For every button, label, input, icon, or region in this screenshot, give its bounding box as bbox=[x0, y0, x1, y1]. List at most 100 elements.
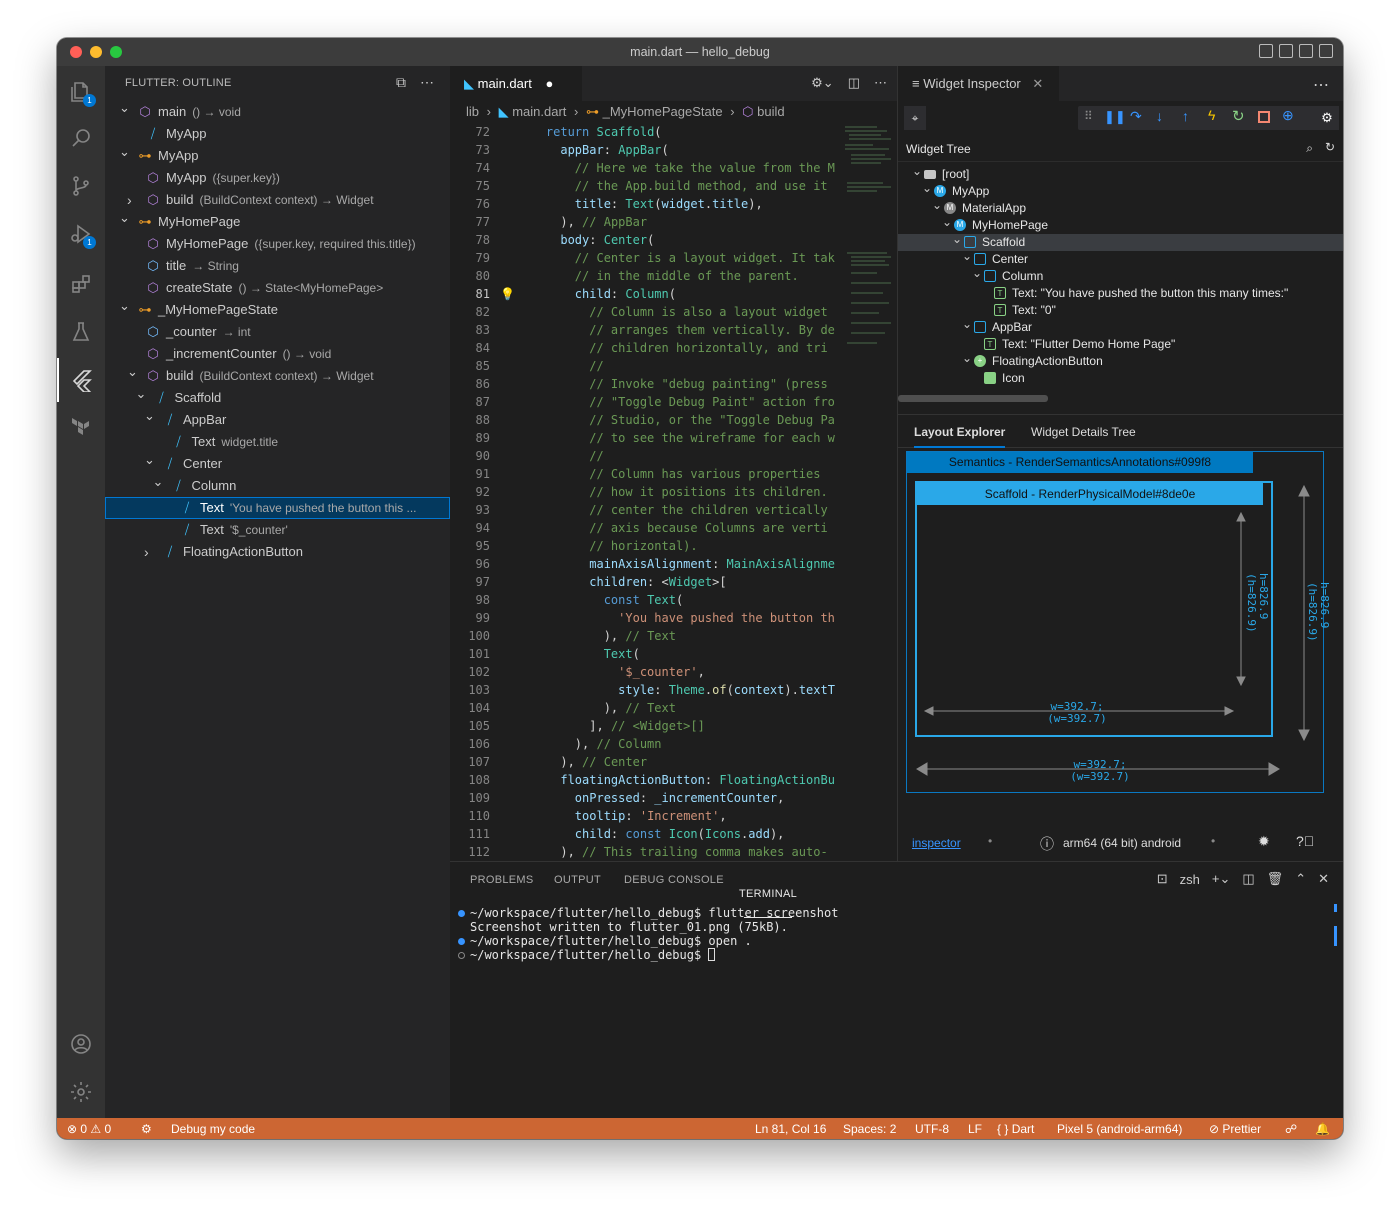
tab-widget-inspector[interactable]: ≡ Widget Inspector ✕ bbox=[898, 66, 1060, 101]
split-divider[interactable] bbox=[898, 414, 1343, 415]
code-line[interactable]: 103 style: Theme.of(context).textT bbox=[450, 681, 897, 699]
outline-item[interactable]: › ⧸ FloatingActionButton bbox=[105, 541, 450, 563]
tab-layout-explorer[interactable]: Layout Explorer bbox=[914, 425, 1006, 448]
code-line[interactable]: 98 const Text( bbox=[450, 591, 897, 609]
chevron-down-icon[interactable]: ⌄ bbox=[962, 350, 972, 367]
chevron-down-icon[interactable]: ⌄ bbox=[922, 180, 932, 197]
explorer-icon[interactable]: 1 bbox=[57, 70, 105, 114]
code-line[interactable]: 89 // to see the wireframe for each w bbox=[450, 429, 897, 447]
end-of-line[interactable]: LF bbox=[968, 1122, 982, 1136]
close-tab-icon[interactable]: ✕ bbox=[1032, 76, 1043, 91]
code-line[interactable]: 78 body: Center( bbox=[450, 231, 897, 249]
outline-item[interactable]: ⬡ MyHomePage ({super.key, required this.ti… bbox=[105, 233, 450, 255]
tab-widget-details-tree[interactable]: Widget Details Tree bbox=[1031, 425, 1136, 439]
toggle-secondary-sidebar-icon[interactable] bbox=[1299, 44, 1313, 58]
lightbulb-icon[interactable]: 💡 bbox=[500, 285, 515, 303]
widget-tree-item[interactable]: T Text: "You have pushed the button this … bbox=[898, 285, 1343, 302]
breadcrumb-file[interactable]: main.dart bbox=[512, 104, 566, 119]
tab-output[interactable]: OUTPUT bbox=[554, 874, 601, 886]
widget-tree-item[interactable]: ⌄ [root] bbox=[898, 163, 1343, 183]
search-icon[interactable] bbox=[57, 116, 105, 160]
remote-icon[interactable]: ⚙ bbox=[141, 1122, 152, 1136]
debug-config[interactable]: Debug my code bbox=[171, 1122, 255, 1136]
outline-item[interactable]: ⌄ ⧸ Scaffold bbox=[105, 387, 450, 409]
code-line[interactable]: 81 child: Column(💡 bbox=[450, 285, 897, 303]
chevron-right-icon[interactable]: › bbox=[144, 541, 156, 563]
code-line[interactable]: 106 ), // Column bbox=[450, 735, 897, 753]
code-line[interactable]: 105 ], // <Widget>[] bbox=[450, 717, 897, 735]
code-line[interactable]: 86 // Invoke "debug painting" (press bbox=[450, 375, 897, 393]
flutter-icon[interactable] bbox=[57, 358, 105, 402]
prettier-status[interactable]: ⊘ Prettier bbox=[1209, 1122, 1261, 1136]
notifications-icon[interactable]: 🔔 bbox=[1315, 1122, 1330, 1136]
settings-gear-icon[interactable] bbox=[57, 1070, 105, 1114]
unsaved-dot-icon[interactable]: ● bbox=[545, 76, 553, 91]
language-mode[interactable]: { } Dart bbox=[997, 1122, 1034, 1136]
breadcrumb-lib[interactable]: lib bbox=[466, 104, 479, 119]
code-line[interactable]: 96 mainAxisAlignment: MainAxisAlignme bbox=[450, 555, 897, 573]
widget-tree-item[interactable]: ⌄ Center bbox=[898, 248, 1343, 268]
chevron-down-icon[interactable]: ⌄ bbox=[952, 231, 962, 248]
code-editor[interactable]: 72 return Scaffold(73 appBar: AppBar(74 … bbox=[450, 123, 897, 861]
new-terminal-icon[interactable]: +⌄ bbox=[1212, 871, 1230, 887]
code-line[interactable]: 112 ), // This trailing comma makes auto… bbox=[450, 843, 897, 861]
source-control-icon[interactable] bbox=[57, 164, 105, 208]
terraform-icon[interactable] bbox=[57, 406, 105, 450]
extensions-icon[interactable] bbox=[57, 262, 105, 306]
kill-terminal-icon[interactable]: 🗑 bbox=[1267, 871, 1284, 887]
outline-item[interactable]: ⧸ Text '$_counter' bbox=[105, 519, 450, 541]
outline-item[interactable]: ⬡ createState() → State<MyHomePage> bbox=[105, 277, 450, 299]
open-devtools-icon[interactable]: ⊕ bbox=[1282, 107, 1294, 124]
chevron-down-icon[interactable]: ⌄ bbox=[962, 248, 972, 265]
widget-tree-item[interactable]: ⌄ + FloatingActionButton bbox=[898, 350, 1343, 370]
code-line[interactable]: 72 return Scaffold( bbox=[450, 123, 897, 141]
editor-more-icon[interactable]: ⋯ bbox=[874, 75, 887, 91]
code-line[interactable]: 88 // Studio, or the "Toggle Debug Pa bbox=[450, 411, 897, 429]
code-line[interactable]: 75 // the App.build method, and use it bbox=[450, 177, 897, 195]
chevron-down-icon[interactable]: ⌄ bbox=[119, 299, 131, 317]
outline-item[interactable]: ⧸ Text widget.title bbox=[105, 431, 450, 453]
tab-problems[interactable]: PROBLEMS bbox=[470, 874, 534, 886]
chevron-down-icon[interactable]: ⌄ bbox=[912, 163, 922, 180]
outline-item[interactable]: ⌄ ⧸ Column bbox=[105, 475, 450, 497]
code-line[interactable]: 97 children: <Widget>[ bbox=[450, 573, 897, 591]
code-line[interactable]: 104 ), // Text bbox=[450, 699, 897, 717]
chevron-down-icon[interactable]: ⌄ bbox=[962, 316, 972, 333]
inspector-more-icon[interactable]: ⋯ bbox=[1313, 75, 1329, 95]
code-line[interactable]: 109 onPressed: _incrementCounter, bbox=[450, 789, 897, 807]
step-over-icon[interactable]: ↷ bbox=[1130, 108, 1142, 125]
pause-icon[interactable]: ❚❚ bbox=[1104, 109, 1126, 125]
outline-item[interactable]: ⌄ ⊶ MyHomePage bbox=[105, 211, 450, 233]
outline-item[interactable]: ⬡ _counter → int bbox=[105, 321, 450, 343]
widget-tree-item[interactable]: Icon bbox=[898, 370, 1343, 387]
code-line[interactable]: 93 // center the children vertically bbox=[450, 501, 897, 519]
outline-item[interactable]: ⬡ title → String bbox=[105, 255, 450, 277]
chevron-down-icon[interactable]: ⌄ bbox=[119, 211, 131, 229]
chevron-down-icon[interactable]: ⌄ bbox=[972, 265, 982, 282]
outline-item[interactable]: › ⬡ build (BuildContext context) → Widget bbox=[105, 189, 450, 211]
widget-tree-item[interactable]: ⌄ M MaterialApp bbox=[898, 197, 1343, 217]
chevron-down-icon[interactable]: ⌄ bbox=[136, 387, 148, 405]
account-icon[interactable] bbox=[57, 1022, 105, 1066]
code-line[interactable]: 99 'You have pushed the button th bbox=[450, 609, 897, 627]
code-line[interactable]: 73 appBar: AppBar( bbox=[450, 141, 897, 159]
code-line[interactable]: 77 ), // AppBar bbox=[450, 213, 897, 231]
stop-icon[interactable] bbox=[1258, 111, 1270, 123]
code-line[interactable]: 80 // in the middle of the parent. bbox=[450, 267, 897, 285]
feedback-icon[interactable]: ☍ bbox=[1285, 1122, 1297, 1136]
code-line[interactable]: 83 // arranges them vertically. By de bbox=[450, 321, 897, 339]
cursor-position[interactable]: Ln 81, Col 16 bbox=[755, 1122, 826, 1136]
toggle-primary-sidebar-icon[interactable] bbox=[1259, 44, 1273, 58]
refresh-icon[interactable]: ↻ bbox=[1325, 140, 1335, 154]
breadcrumb-method[interactable]: build bbox=[757, 104, 784, 119]
more-actions-icon[interactable]: ⋯ bbox=[420, 74, 434, 91]
outline-item[interactable]: ⌄ ⧸ Center bbox=[105, 453, 450, 475]
widget-tree-item[interactable]: ⌄ AppBar bbox=[898, 316, 1343, 336]
chevron-down-icon[interactable]: ⌄ bbox=[932, 197, 942, 214]
chevron-down-icon[interactable]: ⌄ bbox=[144, 453, 156, 471]
help-icon[interactable]: ?⃝ bbox=[1296, 833, 1314, 849]
code-line[interactable]: 84 // children horizontally, and tri bbox=[450, 339, 897, 357]
code-line[interactable]: 87 // "Toggle Debug Paint" action fro bbox=[450, 393, 897, 411]
code-line[interactable]: 92 // how it positions its children. bbox=[450, 483, 897, 501]
outline-item[interactable]: ⧸ MyApp bbox=[105, 123, 450, 145]
